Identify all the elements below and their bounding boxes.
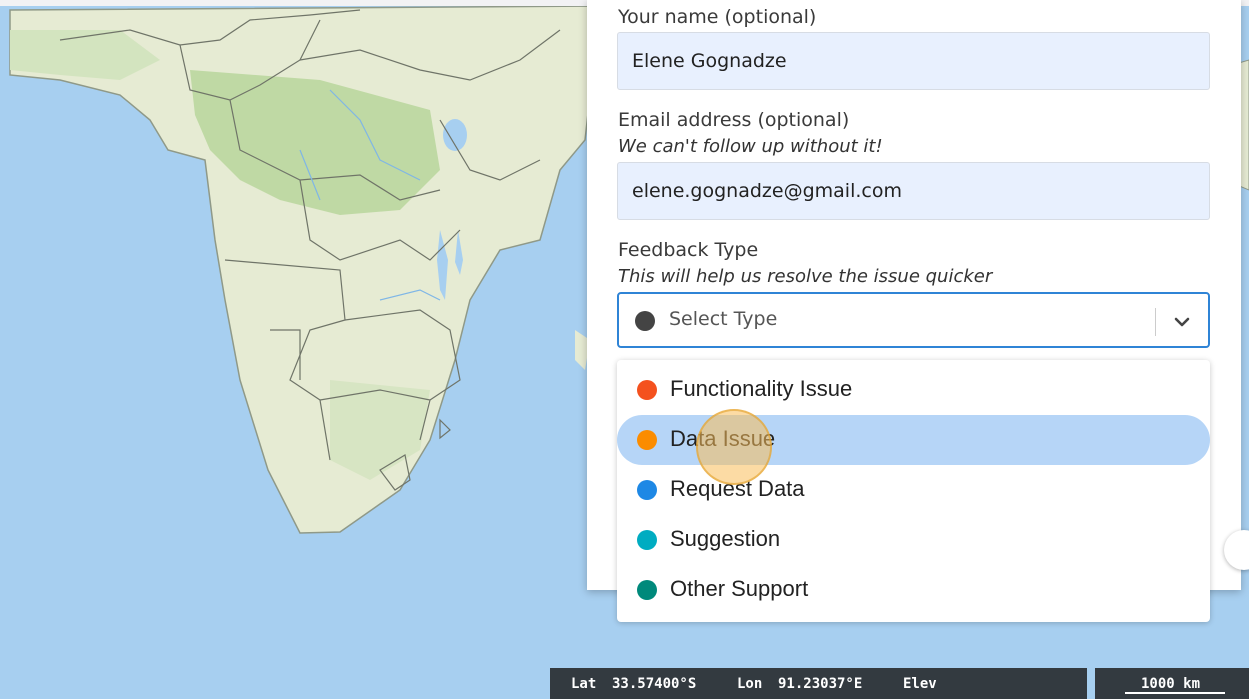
lat-value: 33.57400°S	[612, 676, 697, 692]
option-dot-icon	[637, 530, 657, 550]
feedback-type-label: Feedback Type	[618, 239, 759, 261]
placeholder-dot-icon	[635, 311, 655, 331]
name-label: Your name (optional)	[618, 6, 817, 28]
email-input[interactable]	[617, 162, 1210, 220]
coordinate-readout: Lat 33.57400°S Lon 91.23037°E Elev	[550, 668, 1087, 699]
email-label: Email address (optional)	[618, 109, 850, 131]
select-separator	[1155, 308, 1156, 336]
dropdown-option[interactable]: Functionality Issue	[617, 365, 1210, 415]
feedback-type-menu: Functionality Issue Data Issue Request Dat…	[617, 360, 1210, 622]
dropdown-option[interactable]: Data Issue	[617, 415, 1210, 465]
dropdown-option[interactable]: Suggestion	[617, 515, 1210, 565]
lon-value: 91.23037°E	[778, 676, 863, 692]
option-label: Other Support	[670, 576, 809, 601]
option-label: Functionality Issue	[670, 376, 853, 401]
dropdown-option[interactable]: Other Support	[617, 565, 1210, 615]
name-input[interactable]	[617, 32, 1210, 90]
option-label: Request Data	[670, 476, 805, 501]
feedback-type-select[interactable]: Select Type	[617, 292, 1210, 348]
feedback-type-hint: This will help us resolve the issue quic…	[618, 266, 993, 287]
lon-label: Lon	[737, 676, 763, 692]
elev-label: Elev	[903, 676, 937, 692]
dropdown-option[interactable]: Request Data	[617, 465, 1210, 515]
select-placeholder: Select Type	[669, 308, 778, 330]
chevron-down-icon[interactable]	[1165, 310, 1199, 334]
email-hint: We can't follow up without it!	[618, 136, 883, 157]
scale-line	[1125, 692, 1225, 694]
option-dot-icon	[637, 430, 657, 450]
lat-label: Lat	[571, 676, 597, 692]
scale-label: 1000 km	[1141, 676, 1201, 692]
option-dot-icon	[637, 580, 657, 600]
option-dot-icon	[637, 380, 657, 400]
option-dot-icon	[637, 480, 657, 500]
scale-bar: 1000 km	[1095, 668, 1249, 699]
option-label: Data Issue	[670, 426, 776, 451]
option-label: Suggestion	[670, 526, 781, 551]
